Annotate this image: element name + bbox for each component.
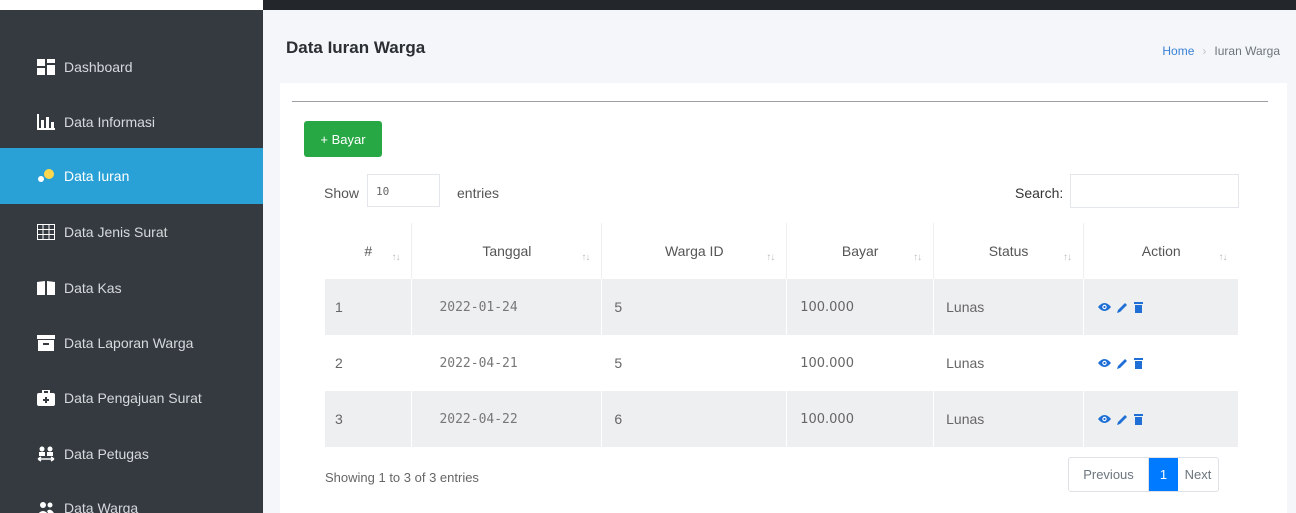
sidebar-item-data-petugas[interactable]: Data Petugas (0, 426, 263, 482)
sidebar-item-data-jenis-surat[interactable]: Data Jenis Surat (0, 204, 263, 260)
book-icon (37, 280, 55, 296)
users-icon (37, 500, 55, 513)
pagination-page-1[interactable]: 1 (1149, 458, 1178, 491)
sidebar-item-label: Data Iuran (64, 168, 130, 184)
view-icon[interactable] (1098, 302, 1112, 312)
sidebar-item-label: Data Petugas (64, 446, 149, 462)
briefcase-icon (37, 390, 55, 406)
cell-tanggal: 2022-04-22 (411, 391, 603, 447)
page-title: Data Iuran Warga (286, 38, 426, 57)
cell-status: Lunas (933, 279, 1085, 335)
sidebar-item-data-laporan-warga[interactable]: Data Laporan Warga (0, 315, 263, 371)
cell-bayar: 100.000 (786, 335, 935, 391)
sidebar-item-label: Data Pengajuan Surat (64, 390, 202, 406)
entries-label: entries (457, 185, 500, 201)
search-label: Search: (1015, 185, 1064, 201)
show-label: Show (324, 185, 360, 201)
dots-icon (37, 168, 55, 184)
breadcrumb: Home › Iuran Warga (1162, 44, 1280, 58)
sidebar-item-data-warga[interactable]: Data Warga (0, 480, 263, 513)
sidebar-item-label: Dashboard (64, 59, 133, 75)
view-icon[interactable] (1098, 358, 1112, 368)
cell-status: Lunas (933, 391, 1085, 447)
delete-icon[interactable] (1134, 357, 1144, 369)
archive-icon (37, 335, 55, 351)
sort-icon: ↑↓ (1218, 252, 1228, 263)
cell-bayar: 100.000 (786, 279, 935, 335)
cell-warga-id: 5 (601, 335, 788, 391)
sort-icon: ↑↓ (913, 252, 922, 263)
sidebar-item-label: Data Warga (64, 500, 139, 513)
navbar-strip (263, 0, 1296, 10)
card-divider (292, 101, 1268, 102)
cell-tanggal: 2022-04-21 (411, 335, 603, 391)
pagination-previous-button[interactable]: Previous (1069, 458, 1149, 491)
delete-icon[interactable] (1134, 413, 1144, 425)
cell-no: 3 (325, 391, 413, 447)
cell-action (1083, 335, 1239, 391)
sidebar: Dashboard Data Informasi Data Iuran Data… (0, 10, 263, 513)
edit-icon[interactable] (1117, 302, 1128, 313)
iuran-table: # ↑↓ Tanggal ↑↓ Warga ID ↑↓ Bayar ↑↓ Status ↑… (325, 223, 1239, 447)
sidebar-item-dashboard[interactable]: Dashboard (0, 39, 263, 95)
sidebar-item-label: Data Laporan Warga (64, 335, 194, 351)
table-row: 3 2022-04-22 6 100.000 Lunas (325, 391, 1239, 447)
breadcrumb-home-link[interactable]: Home (1162, 44, 1194, 58)
pagination: Previous 1 Next (1068, 457, 1219, 492)
table-row: 2 2022-04-21 5 100.000 Lunas (325, 335, 1239, 391)
content-area: Data Iuran Warga Home › Iuran Warga + Ba… (263, 10, 1296, 513)
sort-icon: ↑↓ (391, 252, 400, 263)
sidebar-item-label: Data Informasi (64, 114, 156, 130)
cell-status: Lunas (933, 335, 1085, 391)
view-icon[interactable] (1098, 414, 1112, 424)
cell-no: 2 (325, 335, 413, 391)
add-payment-button[interactable]: + Bayar (304, 121, 382, 157)
cell-warga-id: 5 (601, 279, 788, 335)
bar-chart-icon (37, 114, 55, 130)
column-header-tanggal[interactable]: Tanggal ↑↓ (411, 223, 603, 279)
column-header-bayar[interactable]: Bayar ↑↓ (786, 223, 935, 279)
column-header-no[interactable]: # ↑↓ (325, 223, 413, 279)
sidebar-item-data-informasi[interactable]: Data Informasi (0, 94, 263, 150)
cell-no: 1 (325, 279, 413, 335)
breadcrumb-current: Iuran Warga (1214, 44, 1280, 58)
cell-bayar: 100.000 (786, 391, 935, 447)
sort-icon: ↑↓ (1063, 252, 1072, 263)
cell-action (1083, 279, 1239, 335)
table-info: Showing 1 to 3 of 3 entries (325, 470, 479, 485)
delete-icon[interactable] (1134, 301, 1144, 313)
cell-warga-id: 6 (601, 391, 788, 447)
pagination-next-button[interactable]: Next (1178, 458, 1218, 491)
page-length-select[interactable]: 10 (367, 174, 440, 207)
table-header-row: # ↑↓ Tanggal ↑↓ Warga ID ↑↓ Bayar ↑↓ Status ↑… (325, 223, 1239, 279)
cell-tanggal: 2022-01-24 (411, 279, 603, 335)
top-strip (0, 0, 1296, 10)
edit-icon[interactable] (1117, 414, 1128, 425)
people-arrows-icon (37, 446, 55, 462)
edit-icon[interactable] (1117, 358, 1128, 369)
sidebar-item-label: Data Jenis Surat (64, 224, 168, 240)
column-header-status[interactable]: Status ↑↓ (933, 223, 1085, 279)
column-header-action[interactable]: Action ↑↓ (1084, 223, 1239, 279)
cell-action (1083, 391, 1239, 447)
grid-icon (37, 224, 55, 240)
breadcrumb-separator-icon: › (1202, 44, 1207, 58)
sidebar-item-data-iuran[interactable]: Data Iuran (0, 148, 263, 204)
dashboard-icon (37, 59, 55, 75)
table-row: 1 2022-01-24 5 100.000 Lunas (325, 279, 1239, 335)
sort-icon: ↑↓ (766, 252, 775, 263)
iuran-card: + Bayar Show 10 entries Search: # ↑↓ Tang… (280, 83, 1287, 513)
column-header-warga-id[interactable]: Warga ID ↑↓ (601, 223, 788, 279)
search-input[interactable] (1070, 174, 1239, 208)
sort-icon: ↑↓ (581, 252, 590, 263)
sidebar-item-data-kas[interactable]: Data Kas (0, 260, 263, 316)
sidebar-item-data-pengajuan-surat[interactable]: Data Pengajuan Surat (0, 370, 263, 426)
sidebar-item-label: Data Kas (64, 280, 122, 296)
